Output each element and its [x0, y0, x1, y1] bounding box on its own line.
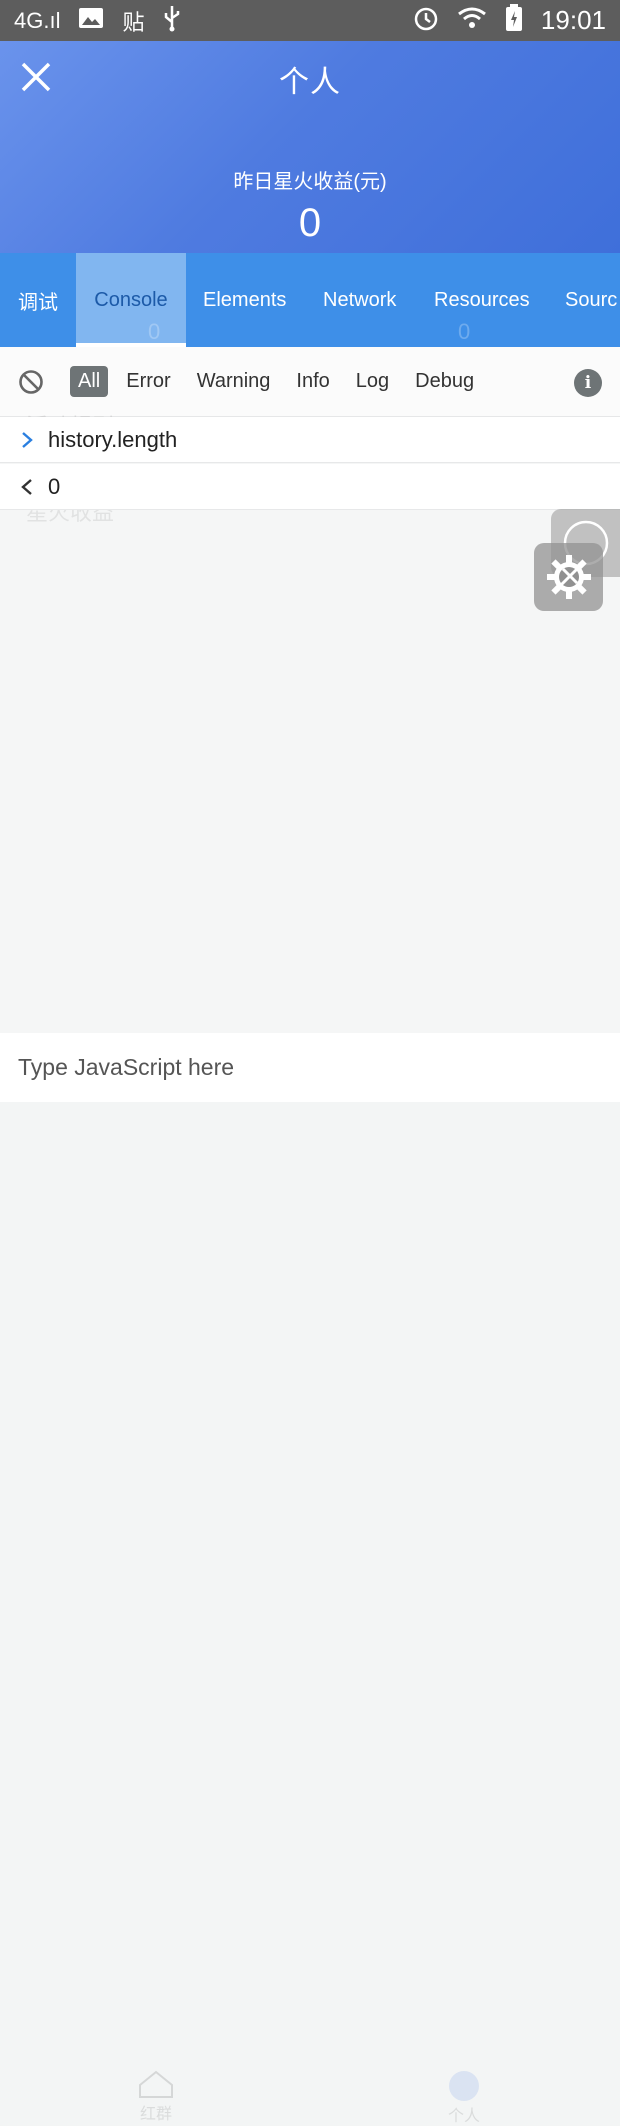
filter-warning[interactable]: Warning	[189, 366, 279, 397]
javascript-input[interactable]	[0, 1033, 620, 1102]
alarm-icon	[413, 5, 439, 36]
tab-network[interactable]: Network	[323, 253, 396, 347]
background-nav-label: 个人	[447, 2108, 480, 2125]
console-panel: All Error Warning Info Log Debug i 活动规则 …	[0, 347, 620, 1033]
status-left: 4G.ıl 贴	[14, 4, 182, 37]
console-filter-bar: All Error Warning Info Log Debug i	[0, 347, 620, 417]
info-icon[interactable]: i	[574, 369, 602, 397]
clock: 19:01	[540, 5, 606, 35]
devtools-tab-bar: 0 0 调试 Console Elements Network Resource…	[0, 253, 620, 347]
network-indicator: 4G.ıl	[14, 7, 61, 33]
background-nav-item: 红群	[126, 2069, 186, 2124]
clear-console-icon[interactable]	[18, 369, 44, 395]
status-bar: 4G.ıl 贴 19:01	[0, 0, 620, 41]
image-icon	[78, 7, 104, 34]
console-output-text: 0	[48, 473, 61, 499]
filter-all[interactable]: All	[70, 366, 109, 397]
console-output-line[interactable]: 0	[0, 464, 620, 510]
page-title: 个人	[279, 66, 341, 99]
chevron-left-icon	[20, 477, 40, 497]
filter-debug[interactable]: Debug	[407, 366, 482, 397]
console-input-bar: 红群 个人	[0, 1033, 620, 2125]
earnings-label: 昨日星火收益(元)	[233, 171, 387, 193]
tab-resources[interactable]: Resources	[434, 253, 530, 347]
tab-elements[interactable]: Elements	[203, 253, 286, 347]
filter-info[interactable]: Info	[288, 366, 337, 397]
gear-tools-icon	[546, 555, 591, 599]
status-right: 19:01	[413, 4, 606, 37]
earnings-value: 0	[298, 201, 322, 245]
filter-error[interactable]: Error	[118, 366, 178, 397]
background-nav-label: 红群	[139, 2106, 172, 2123]
tab-sources[interactable]: Sourc	[565, 253, 617, 347]
background-nav-item: 个人	[434, 2069, 494, 2126]
usb-icon	[162, 4, 182, 37]
chevron-right-icon	[20, 430, 40, 450]
tab-debug[interactable]: 调试	[18, 253, 58, 347]
devtools-toggle-button[interactable]	[534, 543, 603, 611]
profile-header: 个人 昨日星火收益(元) 0	[0, 41, 620, 253]
filter-log[interactable]: Log	[348, 366, 397, 397]
tab-console[interactable]: Console	[76, 253, 186, 347]
wifi-icon	[457, 6, 487, 35]
app-notification-text: 贴	[122, 9, 145, 35]
console-input-text: history.length	[48, 426, 178, 452]
battery-icon	[505, 4, 523, 37]
console-input-line[interactable]: history.length	[0, 417, 620, 463]
